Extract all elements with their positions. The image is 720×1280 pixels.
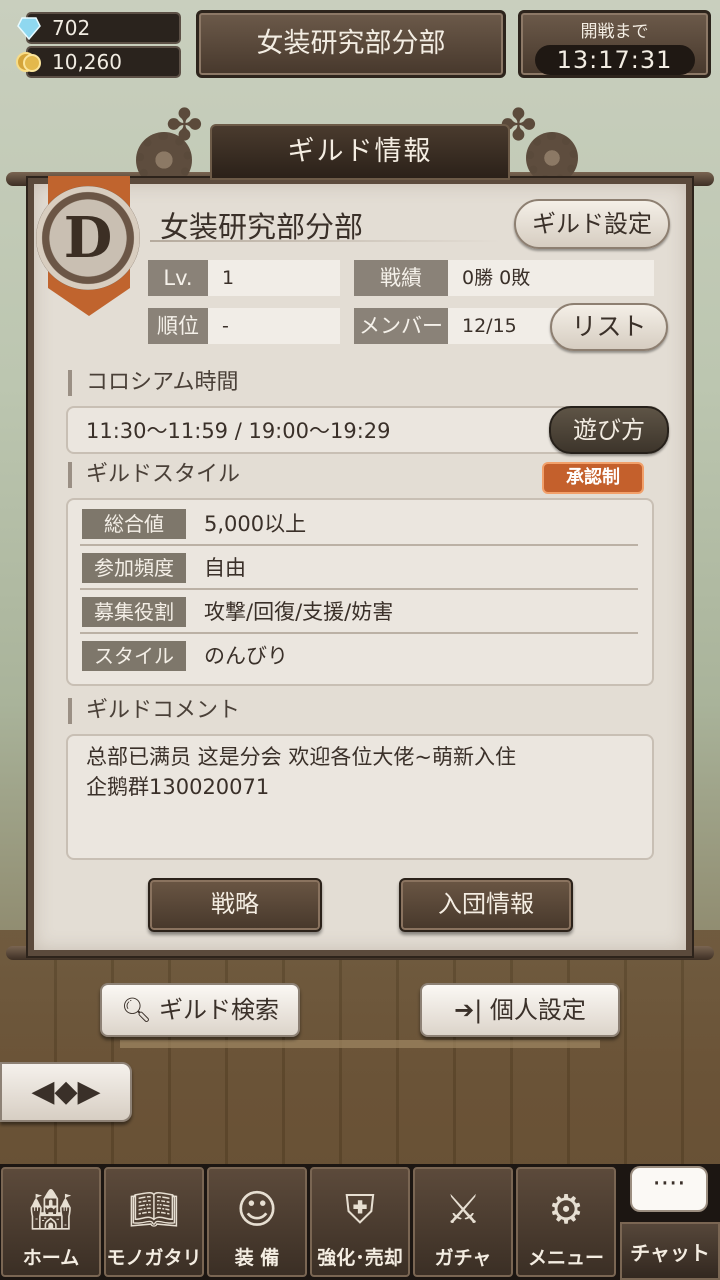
- rank-label: 順位: [148, 308, 208, 344]
- style-row-value: のんびり: [204, 644, 288, 668]
- search-icon: 🔍︎: [120, 996, 152, 1024]
- member-list-button[interactable]: リスト: [550, 303, 668, 351]
- style-heading: ギルドスタイル: [68, 462, 240, 488]
- mask-icon: ⛨︎: [345, 1187, 375, 1233]
- battle-timer-value: 13:17:31: [534, 45, 695, 75]
- divider: [150, 240, 500, 242]
- style-row: スタイル のんびり: [80, 634, 638, 678]
- nav-equip[interactable]: ☺︎ 装 備: [207, 1167, 307, 1277]
- nav-label: ホーム: [22, 1247, 80, 1269]
- strategy-button[interactable]: 戦略: [148, 878, 322, 932]
- level-value: 1: [208, 260, 340, 296]
- nav-chat[interactable]: チャット: [620, 1222, 720, 1280]
- style-row-value: 攻撃/回復/支援/妨害: [204, 600, 394, 624]
- record-label: 戦績: [354, 260, 448, 296]
- crossed-swords-icon: ⚔︎: [445, 1187, 481, 1233]
- back-arrow-icon: ◀◆▶: [31, 1074, 101, 1109]
- crystal-amount: 702: [52, 16, 91, 40]
- member-label: メンバー: [354, 308, 448, 344]
- comment-heading: ギルドコメント: [68, 698, 240, 724]
- record-value: 0勝 0敗: [448, 260, 654, 296]
- guild-settings-button[interactable]: ギルド設定: [514, 199, 670, 249]
- chat-bubble-icon[interactable]: ····: [630, 1166, 708, 1212]
- comment-line: 总部已满员 这是分会 欢迎各位大佬~萌新入住: [86, 745, 516, 769]
- battle-timer-label: 開戦まで: [580, 22, 649, 42]
- nav-story[interactable]: 📖︎ モノガタリ: [104, 1167, 204, 1277]
- guild-search-button[interactable]: 🔍︎ ギルド検索: [100, 983, 300, 1037]
- style-row: 総合値 5,000以上: [80, 502, 638, 546]
- style-row-value: 5,000以上: [204, 512, 307, 536]
- join-info-button[interactable]: 入団情報: [399, 878, 573, 932]
- personal-settings-button[interactable]: ➔| 個人設定: [420, 983, 620, 1037]
- guild-name-button[interactable]: 女装研究部分部: [196, 10, 506, 78]
- nav-home[interactable]: 🏰︎ ホーム: [1, 1167, 101, 1277]
- back-button[interactable]: ◀◆▶: [0, 1062, 132, 1122]
- guild-rank-emblem: D: [36, 186, 140, 290]
- approval-badge: 承認制: [542, 462, 644, 494]
- puppet-icon: ☺︎: [236, 1187, 278, 1233]
- nav-label: モノガタリ: [106, 1247, 202, 1269]
- style-row-key: 参加頻度: [82, 553, 186, 583]
- personal-settings-label: 個人設定: [489, 996, 586, 1024]
- guild-search-label: ギルド検索: [159, 996, 280, 1024]
- nav-label: 強化･売却: [317, 1247, 403, 1269]
- crystal-counter: 702: [17, 12, 181, 44]
- style-row: 参加頻度 自由: [80, 546, 638, 590]
- nav-menu[interactable]: ⚙︎ メニュー: [516, 1167, 616, 1277]
- coin-icon: [16, 52, 41, 72]
- colosseum-heading: コロシアム時間: [68, 370, 238, 396]
- background-floor-edge: [120, 1040, 600, 1048]
- howto-button[interactable]: 遊び方: [549, 406, 669, 454]
- rank-value: -: [208, 308, 340, 344]
- panel-title: ギルド情報: [210, 124, 510, 180]
- style-row-key: 募集役割: [82, 597, 186, 627]
- coin-counter: 10,260: [16, 46, 181, 78]
- level-label: Lv.: [148, 260, 208, 296]
- style-row-key: スタイル: [82, 641, 186, 671]
- crystal-icon: [17, 17, 41, 40]
- coin-amount: 10,260: [52, 50, 122, 74]
- arrow-into-bar-icon: ➔|: [454, 996, 483, 1024]
- flower-ornament-icon: ✤: [166, 100, 203, 151]
- bottom-nav: 🏰︎ ホーム 📖︎ モノガタリ ☺︎ 装 備 ⛨︎ 強化･売却 ⚔︎ ガチャ ⚙︎ メニュー: [0, 1164, 720, 1280]
- style-row-key: 総合値: [82, 509, 186, 539]
- battle-timer: 開戦まで 13:17:31: [518, 10, 711, 78]
- nav-label: 装 備: [234, 1247, 280, 1269]
- book-icon: 📖︎: [128, 1187, 180, 1233]
- comment-line: 企鹅群130020071: [86, 775, 270, 799]
- castle-icon: 🏰︎: [25, 1187, 77, 1233]
- gears-icon: ⚙︎: [548, 1187, 584, 1233]
- nav-label: メニュー: [527, 1247, 604, 1269]
- nav-enhance[interactable]: ⛨︎ 強化･売却: [310, 1167, 410, 1277]
- style-row: 募集役割 攻撃/回復/支援/妨害: [80, 590, 638, 634]
- nav-gacha[interactable]: ⚔︎ ガチャ: [413, 1167, 513, 1277]
- style-row-value: 自由: [204, 556, 246, 580]
- nav-label: ガチャ: [434, 1247, 492, 1269]
- guild-comment: 总部已满员 这是分会 欢迎各位大佬~萌新入住 企鹅群130020071: [66, 734, 654, 860]
